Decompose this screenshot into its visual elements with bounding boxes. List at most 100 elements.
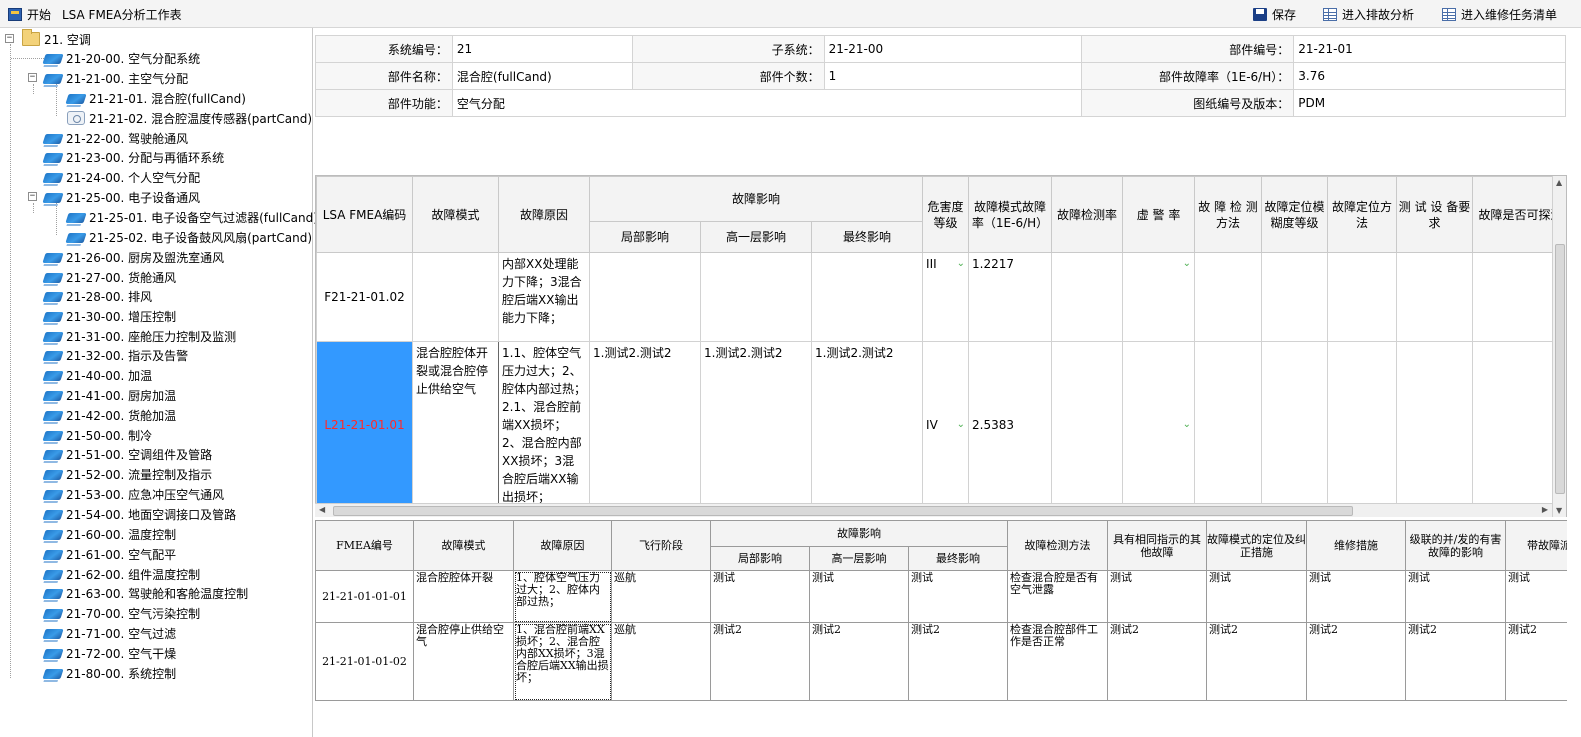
table-row[interactable]: 21-21-01-01-01 混合腔腔体开裂 1、腔体空气压力过大；2、腔体内部…: [315, 570, 1567, 623]
cell-code[interactable]: F21-21-01.02: [316, 252, 413, 342]
cell-local[interactable]: 1.测试2.测试2: [589, 341, 701, 509]
cell-false-alarm[interactable]: ⌄: [1122, 252, 1196, 342]
cell-detect-method[interactable]: [1194, 341, 1263, 509]
col-header-cause[interactable]: 故障原因: [513, 520, 612, 571]
chevron-down-icon[interactable]: ⌄: [957, 255, 965, 273]
cell-locate[interactable]: [1327, 341, 1398, 509]
subsys-value[interactable]: 21-21-00: [823, 35, 1083, 63]
cell-cause[interactable]: 1、混合腔前端XX损坏；2、混合腔内部XX损坏；3混合腔后端XX输出损坏；: [513, 622, 612, 701]
tree-node-root[interactable]: 21. 空调: [22, 29, 91, 48]
scroll-right-icon[interactable]: ▶: [1542, 505, 1548, 514]
part-count-value[interactable]: 1: [823, 62, 1083, 90]
tree-node-21-50[interactable]: 21-50-00. 制冷: [42, 426, 152, 444]
col-header-final[interactable]: 最终影响: [810, 221, 924, 253]
col-header-mode[interactable]: 故障模式: [413, 520, 514, 571]
cell-cause[interactable]: 1.1、腔体空气压力过大；2、腔体内部过热；2.1、混合腔前端XX损坏；2、混合…: [498, 341, 590, 509]
tree-node-21-25-02[interactable]: 21-25-02. 电子设备鼓风风扇(partCand): [65, 228, 312, 246]
col-header-dispatch[interactable]: 带故障派遣: [1505, 520, 1567, 571]
tree-node-21-71[interactable]: 21-71-00. 空气过滤: [42, 624, 176, 642]
scroll-down-icon[interactable]: ▼: [1556, 506, 1562, 515]
cell-detect-method[interactable]: 检查混合腔部件工作是否正常: [1007, 622, 1108, 701]
cell-mode[interactable]: 混合腔腔体开裂: [413, 570, 514, 623]
cell-detect-method[interactable]: 检查混合腔是否有空气泄露: [1007, 570, 1108, 623]
tree-node-21-40[interactable]: 21-40-00. 加温: [42, 366, 152, 384]
part-func-value[interactable]: 空气分配: [451, 89, 1083, 117]
cell-higher[interactable]: 测试2: [809, 622, 909, 701]
tree-node-21-54[interactable]: 21-54-00. 地面空调接口及管路: [42, 505, 236, 523]
col-header-repair[interactable]: 维修措施: [1306, 520, 1406, 571]
tree-node-21-63[interactable]: 21-63-00. 驾驶舱和客舱温度控制: [42, 584, 248, 602]
tree-node-21-23[interactable]: 21-23-00. 分配与再循环系统: [42, 148, 224, 166]
cell-rate[interactable]: 2.5383: [968, 341, 1053, 509]
scroll-thumb[interactable]: [1555, 244, 1565, 494]
chevron-down-icon[interactable]: ⌄: [957, 416, 965, 434]
part-no-value[interactable]: 21-21-01: [1293, 35, 1566, 63]
tree-node-21-41[interactable]: 21-41-00. 厨房加温: [42, 386, 176, 404]
tree-node-21-24[interactable]: 21-24-00. 个人空气分配: [42, 168, 200, 186]
table-row[interactable]: F21-21-01.02 内部XX处理能力下降；3混合腔后端XX输出能力下降； …: [316, 252, 1566, 342]
cell-mode-editing[interactable]: 混合腔腔体开裂或混合腔停止供给空气: [412, 341, 499, 509]
tree-node-21-61[interactable]: 21-61-00. 空气配平: [42, 545, 176, 563]
cell-ambiguity[interactable]: [1261, 252, 1329, 342]
cell-cascade[interactable]: 测试: [1405, 570, 1506, 623]
col-header-same-indication[interactable]: 具有相同指示的其他故障: [1107, 520, 1207, 571]
tree-node-21-51[interactable]: 21-51-00. 空调组件及管路: [42, 445, 212, 463]
col-header-locate-correct[interactable]: 故障模式的定位及纠正措施: [1206, 520, 1307, 571]
cell-dispatch[interactable]: 测试: [1505, 570, 1567, 623]
cell-repair[interactable]: 测试: [1306, 570, 1406, 623]
tree-node-21-25-01[interactable]: 21-25-01. 电子设备空气过滤器(fullCand): [65, 208, 318, 226]
col-header-cause[interactable]: 故障原因: [498, 176, 590, 253]
col-header-mode[interactable]: 故障模式: [412, 176, 499, 253]
col-header-detect-method[interactable]: 故障检测方法: [1007, 520, 1108, 571]
col-header-cascade[interactable]: 级联的并/发的有害故障的影响: [1405, 520, 1506, 571]
col-header-local[interactable]: 局部影响: [710, 546, 810, 571]
cell-cascade[interactable]: 测试2: [1405, 622, 1506, 701]
tree-node-21-53[interactable]: 21-53-00. 应急冲压空气通风: [42, 485, 224, 503]
col-header-locate[interactable]: 故障定位方法: [1327, 176, 1398, 253]
tree-node-21-21[interactable]: 21-21-00. 主空气分配: [42, 69, 188, 87]
tree-node-21-72[interactable]: 21-72-00. 空气干燥: [42, 644, 176, 662]
chevron-down-icon[interactable]: ⌄: [1183, 255, 1191, 273]
cell-higher[interactable]: 1.测试2.测试2: [700, 341, 812, 509]
scroll-thumb[interactable]: [333, 506, 1353, 516]
table-row[interactable]: L21-21-01.01 混合腔腔体开裂或混合腔停止供给空气 1.1、腔体空气压…: [316, 341, 1566, 509]
cell-locate[interactable]: [1327, 252, 1398, 342]
tree-node-21-21-02[interactable]: 21-21-02. 混合腔温度传感器(partCand): [67, 109, 312, 127]
cell-phase[interactable]: 巡航: [611, 570, 711, 623]
cell-local[interactable]: [589, 252, 701, 342]
cell-same-indication[interactable]: 测试2: [1107, 622, 1207, 701]
cell-local[interactable]: 测试: [710, 570, 810, 623]
tree-node-21-31[interactable]: 21-31-00. 座舱压力控制及监测: [42, 327, 236, 345]
tree-node-21-42[interactable]: 21-42-00. 货舱加温: [42, 406, 176, 424]
col-header-severity[interactable]: 危害度等级: [922, 176, 970, 253]
cell-final[interactable]: 1.测试2.测试2: [810, 341, 924, 509]
cell-rate[interactable]: 1.2217: [968, 252, 1053, 342]
tree-node-21-27[interactable]: 21-27-00. 货舱通风: [42, 268, 176, 286]
table-row[interactable]: 21-21-01-01-02 混合腔停止供给空气 1、混合腔前端XX损坏；2、混…: [315, 622, 1567, 701]
cell-fmea-no[interactable]: 21-21-01-01-01: [315, 570, 414, 623]
cell-repair[interactable]: 测试2: [1306, 622, 1406, 701]
vertical-scrollbar[interactable]: ▲ ▼: [1552, 176, 1566, 517]
col-header-final[interactable]: 最终影响: [908, 546, 1008, 571]
tree-node-21-21-01[interactable]: 21-21-01. 混合腔(fullCand): [65, 89, 246, 107]
col-header-code[interactable]: LSA FMEA编码: [316, 176, 413, 253]
tree-node-21-30[interactable]: 21-30-00. 增压控制: [42, 307, 176, 325]
cell-higher[interactable]: 测试: [809, 570, 909, 623]
col-header-false-alarm[interactable]: 虚 警 率: [1122, 176, 1196, 253]
cell-dispatch[interactable]: 测试2: [1505, 622, 1567, 701]
cell-equipment[interactable]: [1396, 341, 1474, 509]
cell-mode[interactable]: 混合腔停止供给空气: [413, 622, 514, 701]
troubleshoot-button[interactable]: 进入排故分析: [1323, 5, 1414, 23]
tree-node-21-52[interactable]: 21-52-00. 流量控制及指示: [42, 465, 212, 483]
tree-node-21-20[interactable]: 21-20-00. 空气分配系统: [42, 49, 200, 67]
col-header-phase[interactable]: 飞行阶段: [611, 520, 711, 571]
cell-local[interactable]: 测试2: [710, 622, 810, 701]
tree-node-21-80[interactable]: 21-80-00. 系统控制: [42, 664, 176, 682]
col-header-equipment[interactable]: 测 试 设 备要求: [1396, 176, 1474, 253]
chevron-down-icon[interactable]: ⌄: [1183, 416, 1191, 434]
part-rate-value[interactable]: 3.76: [1293, 62, 1566, 90]
cell-detect-rate[interactable]: [1051, 341, 1124, 509]
collapse-toggle[interactable]: −: [28, 192, 37, 201]
start-button[interactable]: 开始: [8, 5, 51, 23]
tree-node-21-26[interactable]: 21-26-00. 厨房及盥洗室通风: [42, 248, 224, 266]
